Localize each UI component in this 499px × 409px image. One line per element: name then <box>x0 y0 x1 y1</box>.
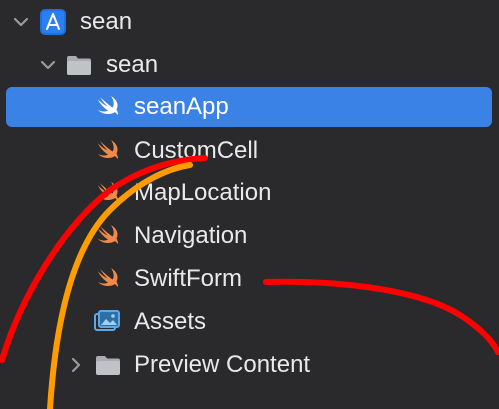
swift-file-icon <box>98 182 118 201</box>
file-row-customcell[interactable]: CustomCell <box>0 131 499 171</box>
swift-file-icon <box>98 96 118 115</box>
file-row-swiftform[interactable]: SwiftForm <box>0 259 499 299</box>
project-label: sean <box>80 8 133 35</box>
folder-icon <box>96 356 120 375</box>
file-row-assets[interactable]: Assets <box>0 302 499 342</box>
file-label: SwiftForm <box>134 265 242 292</box>
file-row-navigation[interactable]: Navigation <box>0 216 499 256</box>
file-label: Assets <box>134 308 207 335</box>
file-label: CustomCell <box>134 137 259 164</box>
project-navigator: sean sean seanApp CustomCell MapLocation <box>0 0 499 409</box>
chevron-right-icon[interactable] <box>67 356 85 374</box>
file-row-maplocation[interactable]: MapLocation <box>0 173 499 213</box>
preview-content-label: Preview Content <box>134 351 311 378</box>
preview-content-row[interactable]: Preview Content <box>0 345 499 385</box>
project-row[interactable]: sean <box>0 2 499 42</box>
chevron-down-icon[interactable] <box>12 13 30 31</box>
file-label: Navigation <box>134 222 248 249</box>
file-label: seanApp <box>134 93 229 120</box>
folder-icon <box>67 56 91 75</box>
swift-file-icon <box>98 225 118 244</box>
asset-catalog-icon <box>94 310 120 331</box>
swift-file-icon <box>98 140 118 159</box>
swift-file-icon <box>98 268 118 287</box>
chevron-down-icon[interactable] <box>39 56 57 74</box>
group-row[interactable]: sean <box>0 45 499 85</box>
group-label: sean <box>106 51 159 78</box>
file-row-seanapp[interactable]: seanApp <box>0 87 499 127</box>
xcode-project-icon <box>40 9 66 35</box>
file-label: MapLocation <box>134 179 272 206</box>
